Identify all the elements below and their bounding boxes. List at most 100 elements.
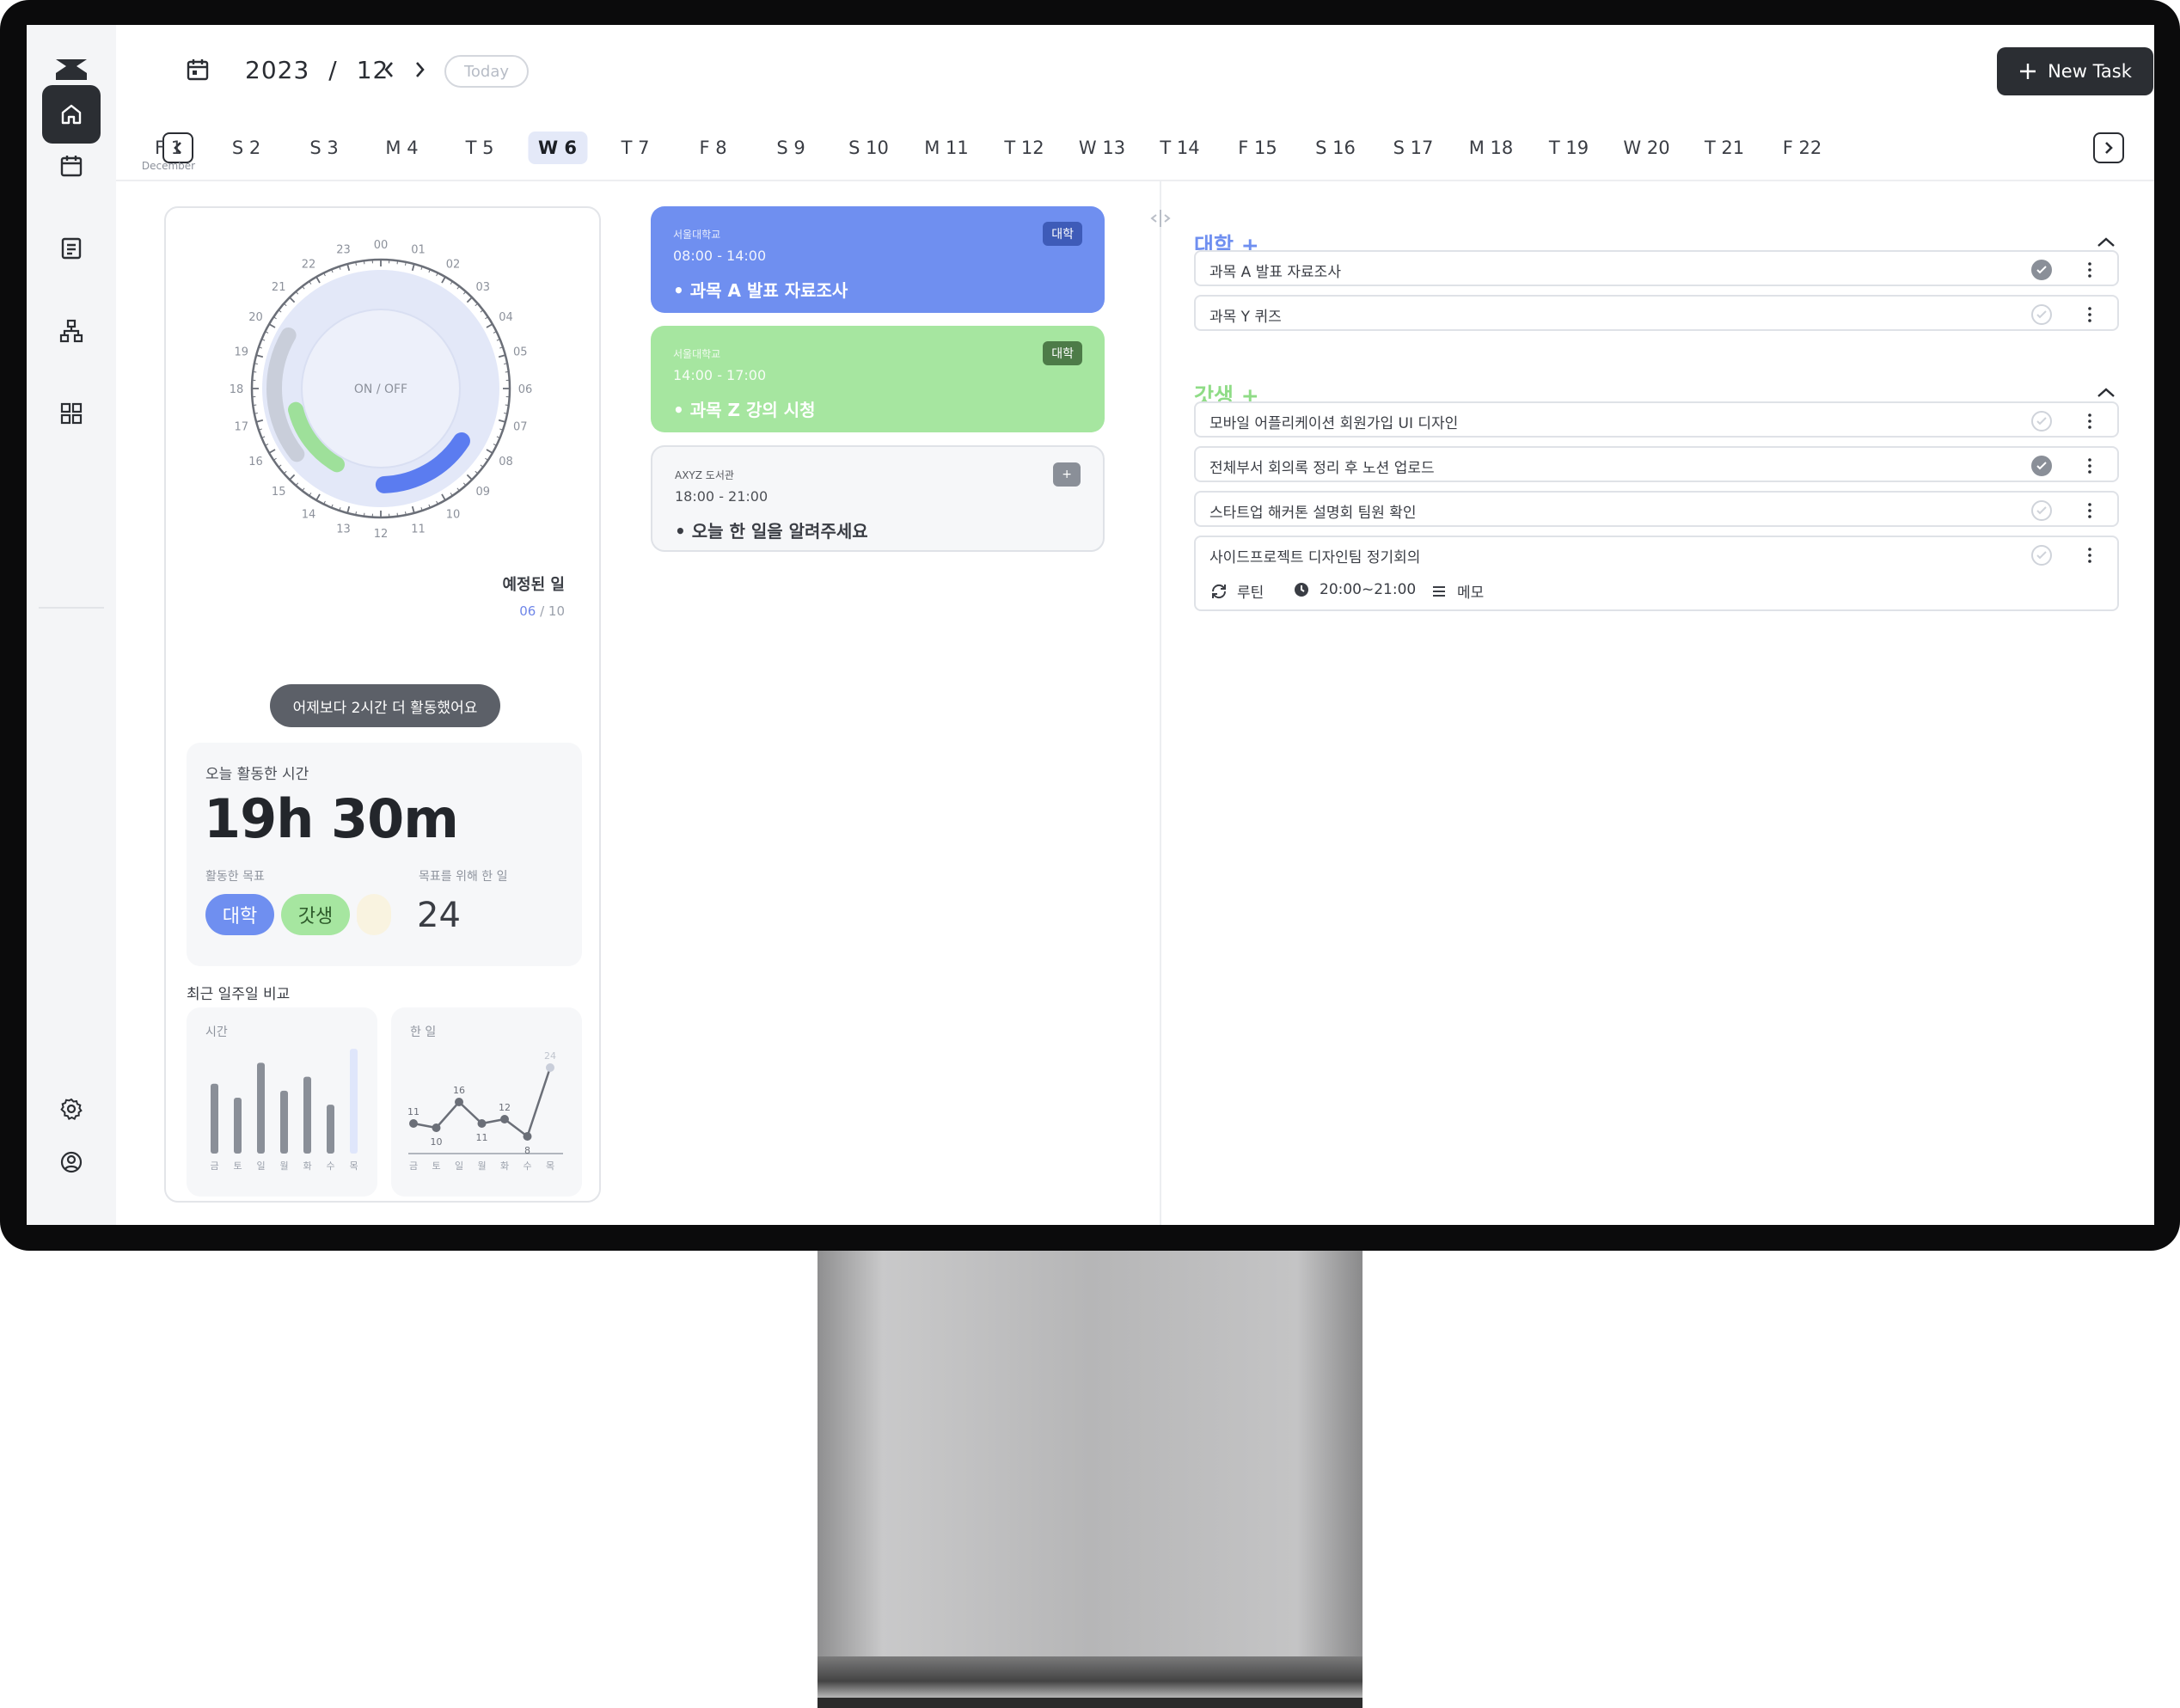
hour-label: 06 xyxy=(518,383,533,396)
task-checkbox[interactable] xyxy=(2031,456,2052,476)
next-month-button[interactable] xyxy=(409,58,432,82)
date-separator: / xyxy=(328,56,338,84)
goal-tag-godsaeng[interactable]: 갓생 xyxy=(281,894,350,935)
day-3[interactable]: M 4 xyxy=(375,132,428,164)
on-off-toggle[interactable]: ON / OFF xyxy=(354,383,407,396)
check-icon xyxy=(2036,506,2047,515)
day-16[interactable]: S 17 xyxy=(1383,132,1444,164)
resize-handle-icon[interactable] xyxy=(1148,208,1173,229)
sidebar-item-grid[interactable] xyxy=(42,384,101,443)
new-task-button[interactable]: New Task xyxy=(1997,47,2153,95)
day-1[interactable]: S 2 xyxy=(222,132,271,164)
day-14[interactable]: F 15 xyxy=(1228,132,1287,164)
sidebar-item-home[interactable] xyxy=(42,85,101,144)
bar-axis-label: 토 xyxy=(233,1160,242,1172)
goal-tag-more[interactable] xyxy=(357,894,391,935)
day-15[interactable]: S 16 xyxy=(1305,132,1366,164)
day-2[interactable]: S 3 xyxy=(299,132,348,164)
sidebar-item-calendar[interactable] xyxy=(42,137,101,195)
chevron-up-icon[interactable] xyxy=(2093,234,2119,251)
task-row[interactable]: 과목 A 발표 자료조사 xyxy=(1194,250,2119,286)
more-icon[interactable] xyxy=(2085,411,2095,432)
sidebar-item-settings[interactable] xyxy=(42,1080,101,1138)
task-checkbox[interactable] xyxy=(2031,545,2052,566)
clock-dial[interactable]: 00 01 02 03 04 05 06 07 08 09 10 11 12 13 14 15 16 17 18 19… xyxy=(226,234,536,543)
day-19[interactable]: W 20 xyxy=(1613,132,1680,164)
dial-tick xyxy=(289,297,296,303)
routine-tag-label: 루틴 xyxy=(1237,585,1265,602)
task-row[interactable]: 스타트업 해커톤 설명회 팀원 확인 xyxy=(1194,491,2119,527)
more-icon[interactable] xyxy=(2085,456,2095,476)
tasks-chart: 한 일 11 금 10 토 16 일 11 월 12 화 8 수 24 목 xyxy=(391,1007,582,1197)
task-row[interactable]: 전체부서 회의록 정리 후 노션 업로드 xyxy=(1194,446,2119,482)
day-20[interactable]: T 21 xyxy=(1694,132,1754,164)
check-icon xyxy=(2036,462,2047,470)
sidebar-item-document[interactable] xyxy=(42,219,101,278)
chevron-up-icon[interactable] xyxy=(2093,384,2119,401)
schedule-title-text: 과목 A 발표 자료조사 xyxy=(689,280,848,301)
data-label: 11 xyxy=(476,1132,488,1143)
goal-tag-university[interactable]: 대학 xyxy=(205,894,274,935)
day-10[interactable]: M 11 xyxy=(914,132,979,164)
day-11[interactable]: T 12 xyxy=(994,132,1054,164)
data-label: 24 xyxy=(544,1050,556,1062)
memo-tag[interactable]: 메모 xyxy=(1430,580,1484,602)
app-logo[interactable] xyxy=(54,58,89,82)
more-icon[interactable] xyxy=(2085,260,2095,280)
day-9[interactable]: S 10 xyxy=(838,132,899,164)
more-icon[interactable] xyxy=(2085,304,2095,325)
add-record-button[interactable]: + xyxy=(1053,462,1081,487)
month-sublabel: December xyxy=(141,160,196,172)
memo-tag-label: 메모 xyxy=(1457,585,1485,602)
day-13[interactable]: T 14 xyxy=(1149,132,1209,164)
today-button[interactable]: Today xyxy=(444,55,529,88)
dial-tick xyxy=(498,419,506,423)
schedule-badge: 대학 xyxy=(1043,341,1082,365)
document-icon xyxy=(61,237,82,260)
day-18[interactable]: T 19 xyxy=(1539,132,1599,164)
sidebar-item-hierarchy[interactable] xyxy=(42,302,101,360)
task-checkbox[interactable] xyxy=(2031,411,2052,432)
schedule-card[interactable]: 서울대학교 14:00 - 17:00 • 과목 Z 강의 시청 대학 xyxy=(651,326,1105,432)
next-week-button[interactable] xyxy=(2093,132,2124,163)
bar xyxy=(234,1098,242,1154)
task-row[interactable]: 과목 Y 퀴즈 xyxy=(1194,295,2119,331)
hour-label: 22 xyxy=(302,259,316,272)
day-17[interactable]: M 18 xyxy=(1459,132,1524,164)
task-row[interactable]: 모바일 어플리케이션 회원가입 UI 디자인 xyxy=(1194,401,2119,438)
more-icon[interactable] xyxy=(2085,500,2095,521)
bullet-icon: • xyxy=(675,521,692,542)
monitor-bezel: 2023/12 Today New Task F 1S 2S 3M 4T 5W … xyxy=(0,0,2180,1251)
hour-label: 19 xyxy=(234,346,248,359)
data-label: 12 xyxy=(499,1102,511,1113)
day-4[interactable]: T 5 xyxy=(456,132,505,164)
task-row[interactable]: 사이드프로젝트 디자인팀 정기회의 루틴 20:00~21:00 메모 xyxy=(1194,536,2119,611)
data-label: 11 xyxy=(407,1106,419,1117)
schedule-card[interactable]: AXYZ 도서관 18:00 - 21:00 • 오늘 한 일을 알려주세요 + xyxy=(651,445,1105,552)
check-icon xyxy=(2036,551,2047,560)
task-checkbox[interactable] xyxy=(2031,260,2052,280)
more-icon[interactable] xyxy=(2085,545,2095,566)
home-icon xyxy=(61,104,82,125)
day-12[interactable]: W 13 xyxy=(1069,132,1136,164)
task-checkbox[interactable] xyxy=(2031,304,2052,325)
time-tag[interactable]: 20:00~21:00 xyxy=(1292,580,1416,599)
line-axis-label: 수 xyxy=(523,1160,531,1172)
sidebar-item-profile[interactable] xyxy=(42,1133,101,1191)
plus-icon xyxy=(2020,64,2036,79)
prev-month-button[interactable] xyxy=(377,58,400,82)
day-8[interactable]: S 9 xyxy=(766,132,815,164)
day-5[interactable]: W 6 xyxy=(527,132,588,164)
routine-tag[interactable]: 루틴 xyxy=(1209,580,1264,602)
hour-label: 03 xyxy=(476,281,491,294)
day-7[interactable]: F 8 xyxy=(689,132,737,164)
bar xyxy=(303,1076,311,1154)
dial-tick xyxy=(268,449,276,454)
day-21[interactable]: F 22 xyxy=(1773,132,1832,164)
calendar-picker-icon[interactable] xyxy=(185,57,211,83)
schedule-card[interactable]: 서울대학교 08:00 - 14:00 • 과목 A 발표 자료조사 대학 xyxy=(651,206,1105,313)
day-6[interactable]: T 7 xyxy=(611,132,660,164)
planned-done: 06 xyxy=(519,603,536,619)
dial-tick xyxy=(396,512,399,517)
task-checkbox[interactable] xyxy=(2031,500,2052,521)
